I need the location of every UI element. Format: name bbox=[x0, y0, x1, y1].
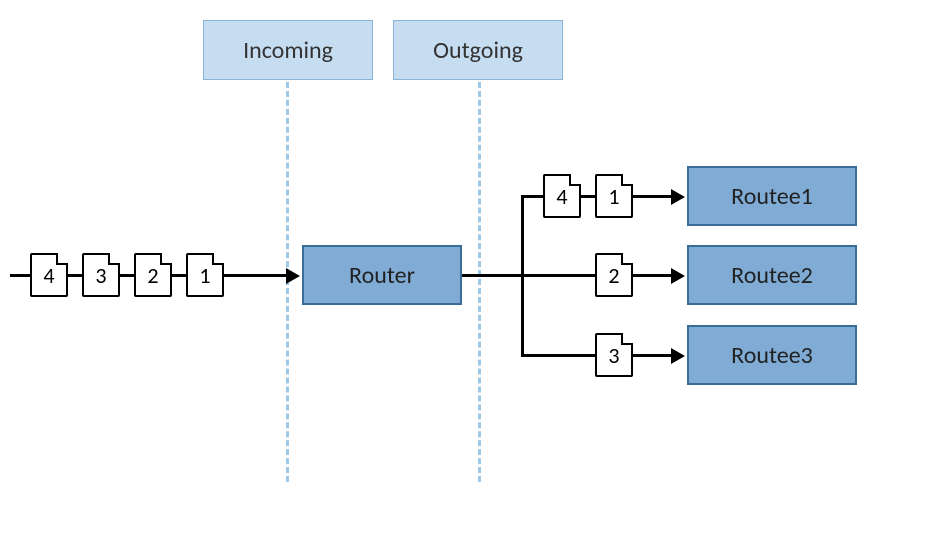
branch1-a bbox=[521, 195, 543, 198]
branch1-c bbox=[633, 195, 671, 198]
branch3-b bbox=[633, 354, 671, 357]
router-text: Router bbox=[349, 261, 415, 290]
q-conn-0 bbox=[68, 274, 82, 277]
outgoing-dash bbox=[478, 82, 481, 482]
routee3-text: Routee3 bbox=[731, 341, 813, 370]
packet-r2-0-val: 2 bbox=[608, 262, 619, 289]
branch1-head bbox=[671, 189, 685, 205]
packet-in-2: 2 bbox=[134, 253, 172, 297]
routee3-node: Routee3 bbox=[687, 325, 857, 385]
packet-in-3-val: 1 bbox=[199, 262, 210, 289]
routee1-node: Routee1 bbox=[687, 166, 857, 226]
branch3-head bbox=[671, 348, 685, 364]
branch3-a bbox=[521, 354, 595, 357]
outgoing-label: Outgoing bbox=[393, 20, 563, 80]
packet-in-0-val: 4 bbox=[43, 262, 54, 289]
packet-r3-0: 3 bbox=[595, 333, 633, 377]
packet-in-2-val: 2 bbox=[147, 262, 158, 289]
branch1-b bbox=[581, 195, 595, 198]
branch2-head bbox=[671, 268, 685, 284]
packet-in-0: 4 bbox=[30, 253, 68, 297]
q-conn-1 bbox=[120, 274, 134, 277]
routee2-node: Routee2 bbox=[687, 245, 857, 305]
packet-r2-0: 2 bbox=[595, 253, 633, 297]
packet-r1-1: 1 bbox=[595, 174, 633, 218]
q-conn-start bbox=[10, 274, 30, 277]
routee1-text: Routee1 bbox=[731, 182, 813, 211]
packet-r1-0-val: 4 bbox=[556, 183, 567, 210]
q-conn-2 bbox=[172, 274, 186, 277]
branch2-a bbox=[521, 274, 595, 277]
router-node: Router bbox=[302, 245, 462, 305]
router-diagram: Incoming Outgoing 4 3 2 1 Router 4 1 bbox=[0, 0, 925, 544]
outgoing-text: Outgoing bbox=[433, 36, 523, 65]
packet-in-1-val: 3 bbox=[95, 262, 106, 289]
packet-r1-1-val: 1 bbox=[608, 183, 619, 210]
packet-r3-0-val: 3 bbox=[608, 342, 619, 369]
routee2-text: Routee2 bbox=[731, 261, 813, 290]
packet-r1-0: 4 bbox=[543, 174, 581, 218]
arrow-to-router-head bbox=[286, 268, 300, 284]
incoming-label: Incoming bbox=[203, 20, 373, 80]
branch2-b bbox=[633, 274, 671, 277]
arrow-to-router-line bbox=[224, 274, 286, 277]
packet-in-3: 1 bbox=[186, 253, 224, 297]
incoming-text: Incoming bbox=[243, 36, 333, 65]
router-out-line bbox=[462, 274, 524, 277]
packet-in-1: 3 bbox=[82, 253, 120, 297]
